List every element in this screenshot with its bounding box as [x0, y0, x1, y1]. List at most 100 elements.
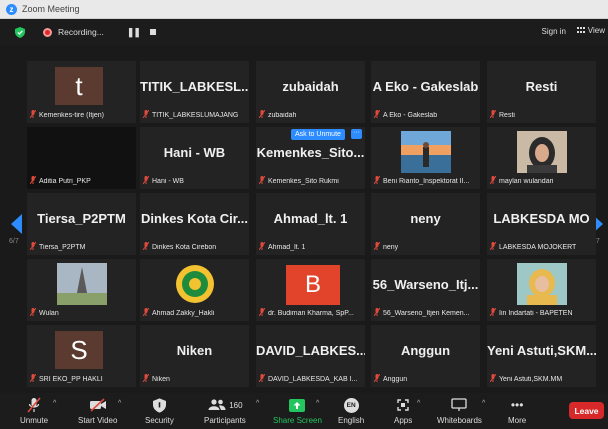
- participant-name: Anggun: [383, 375, 408, 383]
- participant-name: Wulan: [39, 309, 59, 317]
- share-screen-icon: [289, 396, 306, 414]
- participant-tile[interactable]: neny neny: [371, 193, 480, 255]
- profile-picture: [57, 263, 107, 305]
- stop-recording-icon[interactable]: [149, 29, 156, 35]
- participant-tile[interactable]: DAVID_LABKES... DAVID_LABKESDA_KAB I...: [256, 325, 365, 387]
- muted-mic-icon: [29, 307, 37, 318]
- participant-tile[interactable]: Beni Rianto_Inspektorat II...: [371, 127, 480, 189]
- audio-options-caret-icon[interactable]: ^: [53, 400, 56, 407]
- zoom-logo-icon: z: [6, 3, 17, 15]
- avatar-initial: t: [55, 67, 103, 105]
- whiteboards-button[interactable]: Whiteboards: [437, 396, 482, 425]
- share-screen-button[interactable]: Share Screen: [273, 396, 322, 425]
- participant-tile[interactable]: Iin Indartati - BAPETEN: [487, 259, 596, 321]
- participant-tile[interactable]: 56_Warseno_Itj... 56_Warseno_Itjen Kemen.…: [371, 259, 480, 321]
- participant-tile[interactable]: t Kemenkes-tire (Itjen): [27, 61, 136, 123]
- page-indicator-left: 6/7: [9, 238, 19, 245]
- language-globe-icon: EN: [343, 396, 359, 414]
- participant-name-label: LABKESDA MOJOKERT: [489, 241, 576, 252]
- security-shield-icon[interactable]: [15, 26, 25, 38]
- participant-name-label: Niken: [142, 373, 170, 384]
- participant-tile[interactable]: S SRI EKO_PP HAKLI: [27, 325, 136, 387]
- participant-tile[interactable]: Dinkes Kota Cir... Dinkes Kota Cirebon: [140, 193, 249, 255]
- participant-name-label: Wulan: [29, 307, 59, 318]
- security-button[interactable]: Security: [145, 396, 174, 425]
- participant-tile[interactable]: A Eko - Gakeslab A Eko - Gakeslab: [371, 61, 480, 123]
- video-off-icon: [89, 396, 107, 414]
- muted-mic-icon: [142, 109, 150, 120]
- pause-recording-icon[interactable]: ❚❚: [127, 27, 141, 38]
- participant-name-label: DAVID_LABKESDA_KAB I...: [258, 373, 357, 384]
- participant-display-name: zubaidah: [282, 79, 339, 94]
- participant-tile[interactable]: zubaidah zubaidah: [256, 61, 365, 123]
- participant-name-label: Iin Indartati - BAPETEN: [489, 307, 573, 318]
- participant-name: maylan wulandari: [499, 177, 554, 185]
- participant-tile[interactable]: maylan wulandari: [487, 127, 596, 189]
- participant-name: Kemenkes-tire (Itjen): [39, 111, 104, 119]
- participant-tile[interactable]: Resti Resti: [487, 61, 596, 123]
- participant-name-label: dr. Budiman Kharma, SpP...: [258, 307, 354, 318]
- avatar-initial: B: [286, 265, 340, 305]
- muted-mic-icon: [373, 175, 381, 186]
- participant-tile[interactable]: Ahmad_lt. 1 Ahmad_lt. 1: [256, 193, 365, 255]
- apps-options-caret-icon[interactable]: ^: [417, 400, 420, 407]
- muted-mic-icon: [142, 175, 150, 186]
- participant-name: A Eko - Gakeslab: [383, 111, 438, 119]
- view-label: View: [587, 26, 605, 35]
- profile-picture: [401, 131, 451, 173]
- participants-label: Participants: [204, 416, 246, 425]
- participant-name-label: SRI EKO_PP HAKLI: [29, 373, 103, 384]
- muted-mic-icon: [29, 373, 37, 384]
- share-options-caret-icon[interactable]: ^: [316, 400, 319, 407]
- participant-tile[interactable]: Niken Niken: [140, 325, 249, 387]
- apps-icon: [396, 396, 410, 414]
- language-button[interactable]: EN English: [338, 396, 364, 425]
- participant-tile[interactable]: LABKESDA MO LABKESDA MOJOKERT: [487, 193, 596, 255]
- participant-tile[interactable]: Anggun Anggun: [371, 325, 480, 387]
- participant-name-label: Ahmad_lt. 1: [258, 241, 305, 252]
- participant-name: dr. Budiman Kharma, SpP...: [268, 309, 354, 317]
- more-dots-icon: •••: [510, 398, 524, 412]
- participant-name: Niken: [152, 375, 170, 383]
- participant-tile[interactable]: Aditia Putri_PKP: [27, 127, 136, 189]
- participant-tile[interactable]: Ahmad Zakky_Hakli: [140, 259, 249, 321]
- participant-name: Resti: [499, 111, 515, 119]
- start-video-label: Start Video: [78, 416, 118, 425]
- muted-mic-icon: [142, 241, 150, 252]
- start-video-button[interactable]: Start Video: [78, 396, 117, 425]
- participant-name: Tiersa_P2PTM: [39, 243, 86, 251]
- leave-button[interactable]: Leave: [569, 402, 604, 419]
- participant-tile[interactable]: Hani - WB Hani - WB: [140, 127, 249, 189]
- sign-in-link[interactable]: Sign in: [542, 27, 566, 36]
- participant-name: TITIK_LABKESLUMAJANG: [152, 111, 239, 119]
- english-label: English: [338, 416, 365, 425]
- muted-mic-icon: [258, 109, 266, 120]
- participant-tile[interactable]: Kemenkes_Sito... Ask to Unmute ··· Kemenkes…: [256, 127, 365, 189]
- participant-tile[interactable]: TITIK_LABKESL... TITIK_LABKESLUMAJANG: [140, 61, 249, 123]
- muted-mic-icon: [27, 396, 41, 414]
- participant-display-name: neny: [410, 211, 441, 226]
- participant-tile[interactable]: Yeni Astuti,SKM... Yeni Astuti,SKM.MM: [487, 325, 596, 387]
- unmute-button[interactable]: Unmute: [20, 396, 48, 425]
- previous-page-arrow-icon[interactable]: [11, 214, 22, 234]
- view-button[interactable]: View: [576, 26, 605, 35]
- participant-tile[interactable]: Tiersa_P2PTM Tiersa_P2PTM: [27, 193, 136, 255]
- participant-name: Hani - WB: [152, 177, 184, 185]
- video-options-caret-icon[interactable]: ^: [118, 400, 121, 407]
- recording-dot-icon: [43, 27, 52, 37]
- ask-to-unmute-button[interactable]: Ask to Unmute: [291, 129, 345, 140]
- security-label: Security: [145, 416, 174, 425]
- window-title-bar: z Zoom Meeting: [0, 0, 608, 19]
- profile-picture: [517, 131, 567, 173]
- participant-tile[interactable]: Bdr. Budiman Kharma, SpP...: [256, 259, 365, 321]
- participants-button[interactable]: 160 Participants: [204, 396, 246, 425]
- muted-mic-icon: [258, 175, 266, 186]
- participant-tile[interactable]: Wulan: [27, 259, 136, 321]
- participant-display-name: 56_Warseno_Itj...: [372, 277, 479, 292]
- apps-button[interactable]: Apps: [394, 396, 412, 425]
- participants-options-caret-icon[interactable]: ^: [256, 400, 259, 407]
- whiteboard-options-caret-icon[interactable]: ^: [482, 400, 485, 407]
- tile-more-options-button[interactable]: ···: [351, 129, 362, 139]
- more-button[interactable]: ••• More: [508, 396, 526, 425]
- muted-mic-icon: [489, 241, 497, 252]
